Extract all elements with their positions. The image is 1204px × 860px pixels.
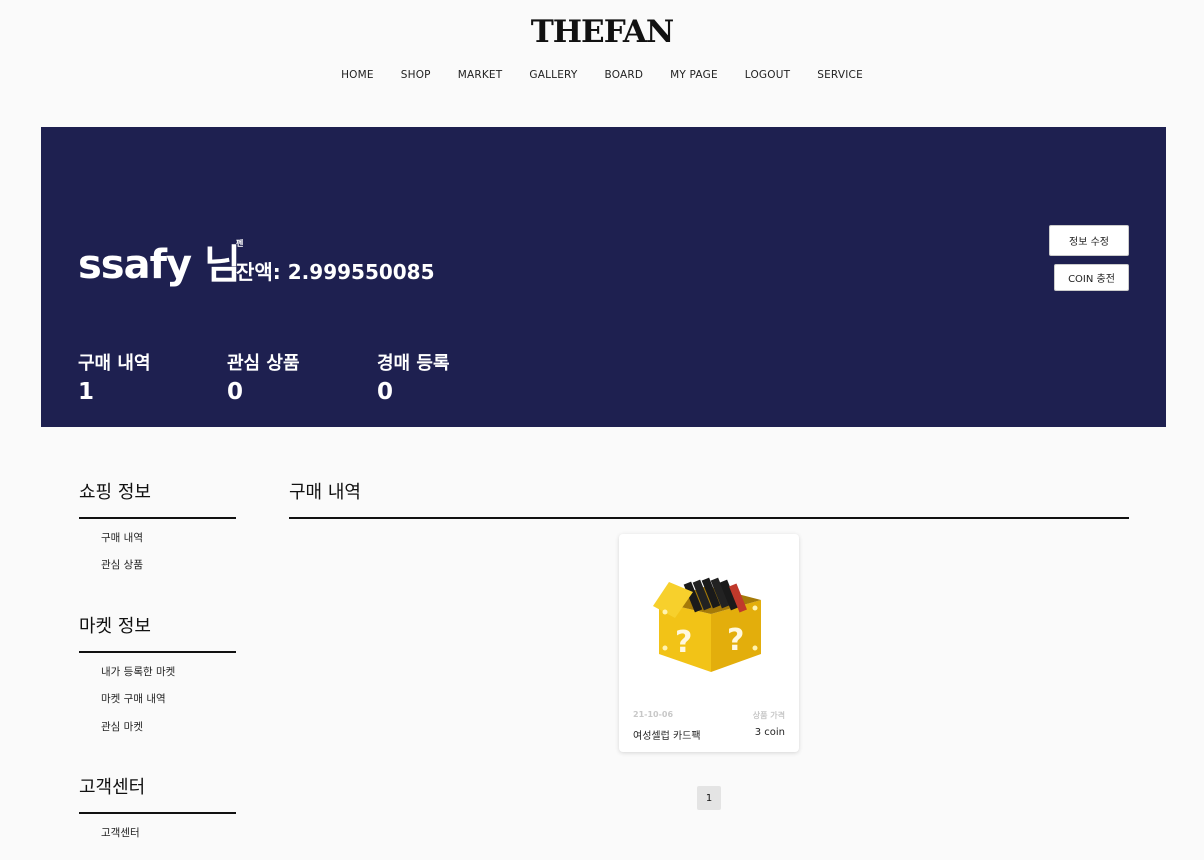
brand-logo[interactable]: THEFAN [0,14,1204,50]
coin-charge-button[interactable]: COIN 충전 [1054,264,1129,291]
sidebar-heading-shopping: 쇼핑 정보 [79,478,236,519]
section-title: 구매 내역 [289,478,1129,519]
question-block-icon: ? ? [653,577,761,672]
stat-label: 관심 상품 [227,353,300,374]
nav-market[interactable]: MARKET [458,69,503,81]
nav-gallery[interactable]: GALLERY [529,69,577,81]
svg-text:?: ? [675,625,692,660]
stat-auctions[interactable]: 경매 등록 0 [377,349,450,405]
product-name: 여성셀럽 카드팩 [633,731,701,742]
pagination-page-1[interactable]: 1 [697,786,721,810]
profile-banner: ssafy 님 펜 잔액: 2.999550085 정보 수정 COIN 충전 … [41,127,1166,427]
price-label: 상품 가격 [752,711,785,720]
sidebar-heading-market: 마켓 정보 [79,612,236,653]
balance: 잔액: 2.999550085 [236,260,435,284]
nav-home[interactable]: HOME [341,69,374,81]
currency-unit: 펜 [236,239,244,248]
stat-label: 경매 등록 [377,353,450,374]
nav-logout[interactable]: LOGOUT [745,69,790,81]
nav-my-page[interactable]: MY PAGE [670,69,718,81]
stat-purchases[interactable]: 구매 내역 1 [78,349,151,405]
nav-board[interactable]: BOARD [604,69,643,81]
stat-value: 1 [78,379,95,405]
sidebar-item-my-market[interactable]: 내가 등록한 마켓 [101,664,175,679]
product-price: 3 coin [754,727,785,738]
sidebar-heading-support: 고객센터 [79,773,236,814]
stat-wishlist[interactable]: 관심 상품 0 [227,349,300,405]
edit-profile-button[interactable]: 정보 수정 [1049,225,1129,256]
stat-value: 0 [377,379,394,405]
stat-value: 0 [227,379,244,405]
sidebar-item-wishlist[interactable]: 관심 상품 [101,557,143,572]
product-date: 21-10-06 [633,710,674,719]
sidebar-item-market-purchases[interactable]: 마켓 구매 내역 [101,691,166,706]
sidebar-item-purchases[interactable]: 구매 내역 [101,530,143,545]
product-card[interactable]: ? ? 21-10-06 상품 가격 여성셀럽 카드팩 3 coin [619,534,799,752]
nav-service[interactable]: SERVICE [817,69,863,81]
sidebar-item-market-wishlist[interactable]: 관심 마켓 [101,719,143,734]
sidebar-item-support[interactable]: 고객센터 [101,825,140,840]
main-nav: HOME SHOP MARKET GALLERY BOARD MY PAGE L… [0,69,1204,81]
svg-text:?: ? [727,623,744,658]
stat-label: 구매 내역 [78,353,151,374]
user-name: ssafy 님 [78,242,241,288]
nav-shop[interactable]: SHOP [401,69,431,81]
